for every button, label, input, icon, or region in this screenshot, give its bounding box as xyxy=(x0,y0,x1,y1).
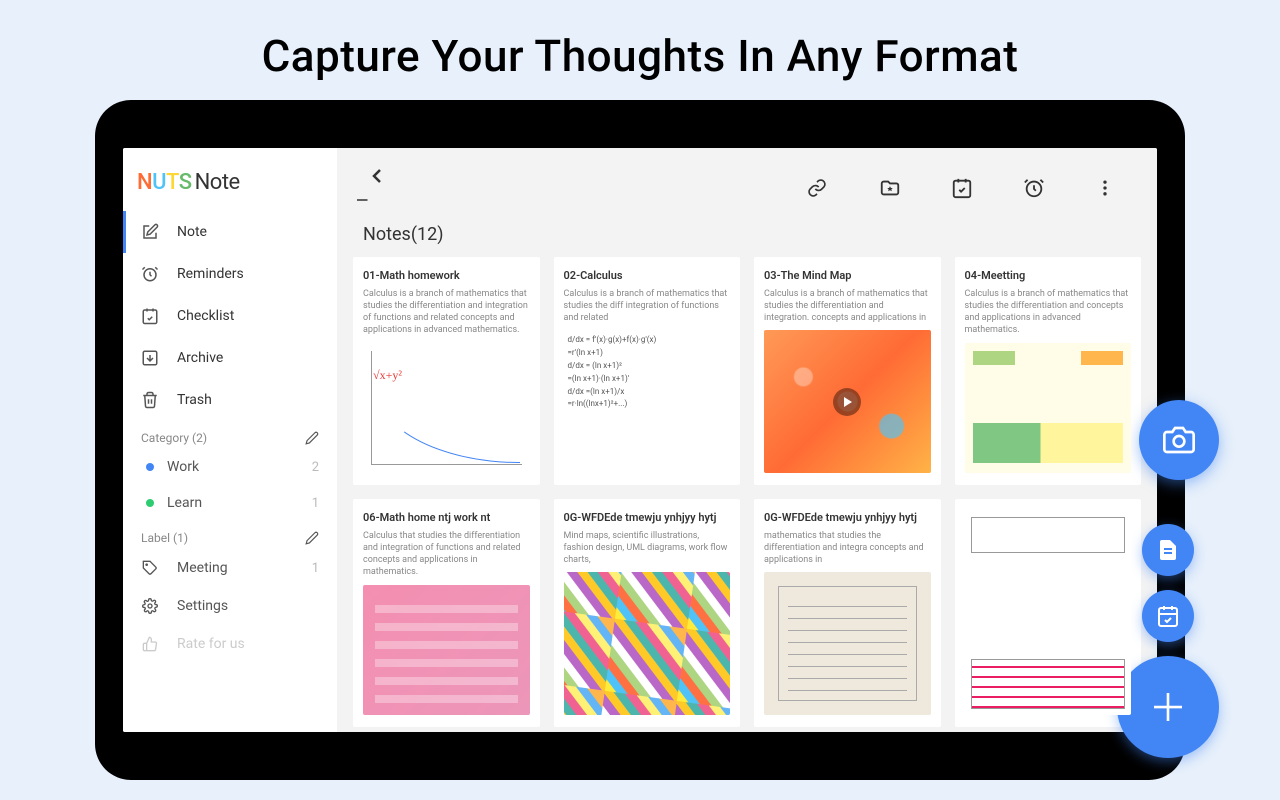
note-card[interactable]: 04-Meetting Calculus is a branch of math… xyxy=(955,257,1142,485)
checklist-icon xyxy=(141,307,159,325)
sidebar-item-settings[interactable]: Settings xyxy=(123,587,337,625)
note-card[interactable]: 01-Math homework Calculus is a branch of… xyxy=(353,257,540,485)
note-icon xyxy=(141,223,159,241)
note-thumbnail: d/dx = f'(x)·g(x)+f(x)·g'(x)=r'(ln x+1)d… xyxy=(564,330,731,473)
clock-icon xyxy=(141,265,159,283)
note-body: Calculus is a branch of mathematics that… xyxy=(363,288,530,337)
archive-icon xyxy=(141,349,159,367)
note-thumbnail xyxy=(363,343,530,473)
note-card[interactable]: 06-Math home ntj work nt Calculus that s… xyxy=(353,499,540,727)
camera-icon xyxy=(1163,424,1195,456)
tag-icon xyxy=(141,559,159,577)
note-title: 01-Math homework xyxy=(363,269,530,282)
sidebar-item-note[interactable]: Note xyxy=(123,211,337,253)
sidebar-item-label: Archive xyxy=(177,350,223,366)
note-body: mathematics that studies the differentia… xyxy=(764,530,931,566)
trash-icon xyxy=(141,391,159,409)
sidebar-item-label: Reminders xyxy=(177,266,244,282)
category-color-dot xyxy=(146,463,154,471)
note-thumbnail xyxy=(764,330,931,473)
sidebar-item-reminders[interactable]: Reminders xyxy=(123,253,337,295)
more-button[interactable] xyxy=(1075,172,1135,204)
category-count: 1 xyxy=(312,496,319,511)
note-card[interactable]: 03-The Mind Map Calculus is a branch of … xyxy=(754,257,941,485)
favorites-button[interactable] xyxy=(859,171,921,205)
link-button[interactable] xyxy=(785,172,849,204)
sidebar-item-checklist[interactable]: Checklist xyxy=(123,295,337,337)
note-body: Calculus is a branch of mathematics that… xyxy=(764,288,931,324)
play-icon[interactable] xyxy=(833,388,861,416)
app-logo: NUTSNote xyxy=(123,148,337,211)
category-label: Work xyxy=(167,459,199,475)
sidebar-item-archive[interactable]: Archive xyxy=(123,337,337,379)
note-card[interactable]: 0G-WFDEde tmewju ynhjyy hytj mathematics… xyxy=(754,499,941,727)
calendar-check-button[interactable] xyxy=(931,171,993,205)
fab-note-button[interactable] xyxy=(1142,524,1194,576)
note-card[interactable] xyxy=(955,499,1142,727)
screen: NUTSNote Note Reminders Checklist Archiv… xyxy=(123,148,1157,732)
section-title: Notes(12) xyxy=(337,222,1157,257)
category-work[interactable]: Work 2 xyxy=(123,449,337,485)
sidebar-item-trash[interactable]: Trash xyxy=(123,379,337,421)
note-title: 02-Calculus xyxy=(564,269,731,282)
sidebar-item-label: Note xyxy=(177,224,207,240)
thumbs-up-icon xyxy=(141,635,159,653)
note-thumbnail xyxy=(965,343,1132,473)
back-button[interactable] xyxy=(359,158,395,218)
note-title: 03-The Mind Map xyxy=(764,269,931,282)
category-label: Learn xyxy=(167,495,202,511)
fab-checklist-button[interactable] xyxy=(1142,590,1194,642)
label-meeting[interactable]: Meeting 1 xyxy=(123,549,337,587)
tablet-frame: NUTSNote Note Reminders Checklist Archiv… xyxy=(95,100,1185,780)
note-card[interactable]: 02-Calculus Calculus is a branch of math… xyxy=(554,257,741,485)
note-title: 0G-WFDEde tmewju ynhjyy hytj xyxy=(564,511,731,524)
category-learn[interactable]: Learn 1 xyxy=(123,485,337,521)
note-thumbnail xyxy=(965,511,1132,715)
category-color-dot xyxy=(146,499,154,507)
rate-label: Rate for us xyxy=(177,636,245,652)
settings-label: Settings xyxy=(177,598,228,614)
note-body: Mind maps, scientific illustrations, fas… xyxy=(564,530,731,566)
gear-icon xyxy=(141,597,159,615)
label-count: 1 xyxy=(312,561,319,576)
headline: Capture Your Thoughts In Any Format xyxy=(0,0,1280,100)
note-body: Calculus is a branch of mathematics that… xyxy=(564,288,731,324)
sidebar-item-label: Trash xyxy=(177,392,212,408)
note-thumbnail xyxy=(764,572,931,715)
note-thumbnail xyxy=(564,572,731,715)
alarm-button[interactable] xyxy=(1003,171,1065,205)
note-title: 04-Meetting xyxy=(965,269,1132,282)
sidebar-item-rate[interactable]: Rate for us xyxy=(123,625,337,663)
note-body: Calculus that studies the differentiatio… xyxy=(363,530,530,579)
notes-grid: 01-Math homework Calculus is a branch of… xyxy=(337,257,1157,727)
category-count: 2 xyxy=(312,460,319,475)
fab-add-button[interactable] xyxy=(1117,656,1219,758)
note-card[interactable]: 0G-WFDEde tmewju ynhjyy hytj Mind maps, … xyxy=(554,499,741,727)
sidebar: NUTSNote Note Reminders Checklist Archiv… xyxy=(123,148,337,732)
note-body: Calculus is a branch of mathematics that… xyxy=(965,288,1132,337)
note-title: 06-Math home ntj work nt xyxy=(363,511,530,524)
fab-cluster xyxy=(1117,524,1219,758)
plus-icon xyxy=(1147,686,1189,728)
main-area: Notes(12) 01-Math homework Calculus is a… xyxy=(337,148,1157,732)
label-text: Meeting xyxy=(177,560,228,576)
note-fab-icon xyxy=(1156,538,1180,562)
edit-categories-button[interactable] xyxy=(305,431,319,445)
checklist-fab-icon xyxy=(1156,604,1180,628)
category-header: Category (2) xyxy=(123,421,337,449)
edit-labels-button[interactable] xyxy=(305,531,319,545)
fab-camera-button[interactable] xyxy=(1139,400,1219,480)
sidebar-item-label: Checklist xyxy=(177,308,234,324)
note-title: 0G-WFDEde tmewju ynhjyy hytj xyxy=(764,511,931,524)
note-thumbnail xyxy=(363,585,530,715)
label-header: Label (1) xyxy=(123,521,337,549)
topbar xyxy=(337,148,1157,222)
